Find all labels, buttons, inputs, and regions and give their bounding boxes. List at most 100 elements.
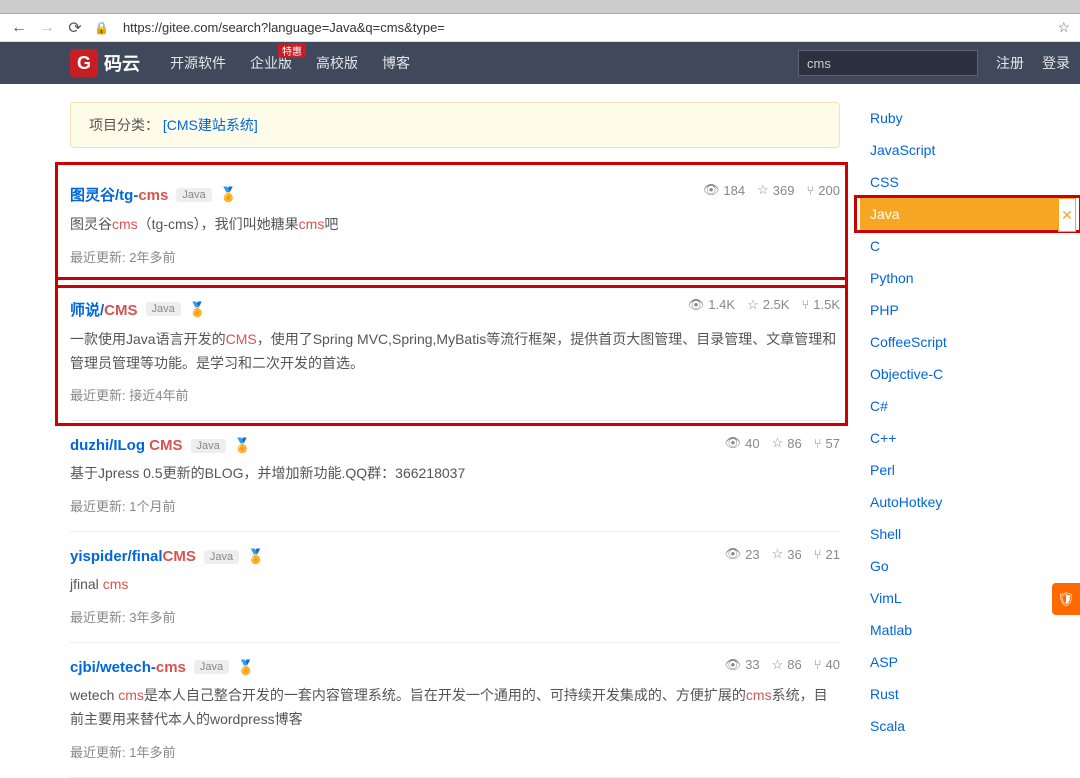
- fork-stat: ⑂ 21: [814, 546, 840, 562]
- language-filter-item[interactable]: Objective-C: [860, 358, 1060, 390]
- result-stats: 👁 23☆ 36⑂ 21: [725, 546, 840, 562]
- results-main: 项目分类： [CMS建站系统] 图灵谷/tg-cmsJava🏅👁 184☆ 36…: [70, 102, 840, 778]
- nav-link-enterprise[interactable]: 企业版 特惠: [250, 53, 292, 73]
- logo-icon: G: [70, 49, 98, 77]
- recommend-badge-icon: 🏅: [220, 186, 237, 203]
- language-filter-item[interactable]: Rust: [860, 678, 1060, 710]
- eye-icon: 👁: [703, 182, 720, 198]
- reload-button[interactable]: ⟳: [66, 19, 84, 37]
- result-link[interactable]: duzhi/ILog CMS: [70, 437, 183, 454]
- address-bar: ← → ⟳ 🔒 ☆: [0, 14, 1080, 42]
- lang-tag: Java: [176, 188, 211, 202]
- language-filter-item[interactable]: JavaScript: [860, 134, 1060, 166]
- star-icon: ☆: [772, 435, 784, 451]
- result-description: 图灵谷cms（tg-cms），我们叫她糖果cms吧: [70, 213, 840, 237]
- back-button[interactable]: ←: [10, 19, 28, 37]
- nav-link-opensource[interactable]: 开源软件: [170, 53, 226, 73]
- search-result: 图灵谷/tg-cmsJava🏅👁 184☆ 369⑂ 200图灵谷cms（tg-…: [70, 168, 840, 283]
- top-nav: G 码云 开源软件 企业版 特惠 高校版 博客 注册 登录: [0, 42, 1080, 84]
- search-result: duzhi/ILog CMSJava🏅👁 40☆ 86⑂ 57基于Jpress …: [70, 421, 840, 532]
- lock-icon: 🔒: [94, 21, 109, 35]
- language-filter-item[interactable]: AutoHotkey: [860, 486, 1060, 518]
- search-box[interactable]: [798, 50, 978, 76]
- result-link[interactable]: yispider/finalCMS: [70, 548, 196, 565]
- star-icon: ☆: [747, 297, 759, 313]
- star-icon: ☆: [772, 546, 784, 562]
- fork-icon: ⑂: [806, 183, 814, 198]
- language-filter-item[interactable]: C: [860, 230, 1060, 262]
- star-stat: ☆ 2.5K: [747, 297, 789, 313]
- language-filter-item[interactable]: Scala: [860, 710, 1060, 742]
- result-link[interactable]: cjbi/wetech-cms: [70, 659, 186, 676]
- eye-icon: 👁: [688, 297, 705, 313]
- recommend-badge-icon: 🏅: [237, 659, 254, 676]
- category-label: 项目分类：: [89, 117, 159, 133]
- star-icon: ☆: [757, 182, 769, 198]
- eye-stat: 👁 40: [725, 435, 760, 451]
- result-link[interactable]: 图灵谷/tg-cms: [70, 184, 168, 205]
- result-description: 一款使用Java语言开发的CMS，使用了Spring MVC,Spring,My…: [70, 328, 840, 376]
- fork-icon: ⑂: [814, 436, 822, 451]
- result-description: 基于Jpress 0.5更新的BLOG，并增加新功能.QQ群：366218037: [70, 462, 840, 486]
- result-stats: 👁 184☆ 369⑂ 200: [703, 182, 840, 198]
- language-filter-item[interactable]: ASP: [860, 646, 1060, 678]
- language-filter-item[interactable]: PHP: [860, 294, 1060, 326]
- search-result: cjbi/wetech-cmsJava🏅👁 33☆ 86⑂ 40wetech c…: [70, 643, 840, 778]
- eye-icon: 👁: [725, 435, 742, 451]
- fork-stat: ⑂ 200: [806, 182, 840, 198]
- language-filter-item[interactable]: C++: [860, 422, 1060, 454]
- lang-tag: Java: [204, 550, 239, 564]
- result-link[interactable]: 师说/CMS: [70, 299, 138, 320]
- fork-icon: ⑂: [801, 297, 809, 312]
- star-icon: ☆: [772, 657, 784, 673]
- language-filter-item[interactable]: Ruby: [860, 102, 1060, 134]
- floating-help-icon[interactable]: 🛡: [1052, 583, 1080, 615]
- lang-tag: Java: [146, 302, 181, 316]
- eye-stat: 👁 33: [725, 657, 760, 673]
- register-link[interactable]: 注册: [996, 53, 1024, 73]
- nav-link-university[interactable]: 高校版: [316, 53, 358, 73]
- eye-icon: 👁: [725, 546, 742, 562]
- fork-stat: ⑂ 1.5K: [801, 297, 840, 313]
- star-stat: ☆ 86: [772, 657, 802, 673]
- bookmark-icon[interactable]: ☆: [1057, 19, 1070, 36]
- language-filter-item[interactable]: Shell: [860, 518, 1060, 550]
- eye-stat: 👁 184: [703, 182, 745, 198]
- lang-tag: Java: [191, 439, 226, 453]
- result-description: wetech cms是本人自己整合开发的一套内容管理系统。旨在开发一个通用的、可…: [70, 684, 840, 732]
- language-filter-item[interactable]: Python: [860, 262, 1060, 294]
- search-input[interactable]: [807, 56, 983, 71]
- language-filter-item[interactable]: Go: [860, 550, 1060, 582]
- fork-stat: ⑂ 57: [814, 435, 840, 451]
- recommend-badge-icon: 🏅: [189, 301, 206, 318]
- login-link[interactable]: 登录: [1042, 53, 1070, 73]
- lang-tag: Java: [194, 660, 229, 674]
- language-sidebar: RubyJavaScriptCSSJavaCPythonPHPCoffeeScr…: [860, 102, 1060, 778]
- language-filter-item[interactable]: VimL: [860, 582, 1060, 614]
- category-filter-box: 项目分类： [CMS建站系统]: [70, 102, 840, 148]
- result-stats: 👁 33☆ 86⑂ 40: [725, 657, 840, 673]
- language-filter-item[interactable]: Java: [860, 198, 1060, 230]
- language-filter-item[interactable]: Matlab: [860, 614, 1060, 646]
- language-filter-item[interactable]: Perl: [860, 454, 1060, 486]
- logo-text: 码云: [104, 50, 140, 76]
- result-updated: 最近更新: 1年多前: [70, 742, 840, 761]
- forward-button[interactable]: →: [38, 19, 56, 37]
- promo-badge: 特惠: [278, 43, 306, 58]
- language-filter-item[interactable]: CSS: [860, 166, 1060, 198]
- recommend-badge-icon: 🏅: [234, 437, 251, 454]
- fork-icon: ⑂: [814, 547, 822, 562]
- category-link[interactable]: [CMS建站系统]: [163, 117, 258, 133]
- nav-link-blog[interactable]: 博客: [382, 53, 410, 73]
- eye-stat: 👁 23: [725, 546, 760, 562]
- eye-icon: 👁: [725, 657, 742, 673]
- language-filter-item[interactable]: C#: [860, 390, 1060, 422]
- highlight-box: [854, 195, 1080, 233]
- language-filter-item[interactable]: CoffeeScript: [860, 326, 1060, 358]
- eye-stat: 👁 1.4K: [688, 297, 735, 313]
- result-updated: 最近更新: 3年多前: [70, 607, 840, 626]
- logo[interactable]: G 码云: [70, 49, 140, 77]
- browser-tab-strip: [0, 0, 1080, 14]
- url-input[interactable]: [119, 18, 1047, 37]
- search-result: 师说/CMS Java 🏅 👁 1.4K ☆ 2.5K ⑂ 1.5K 一款使用Java语言开…: [70, 283, 840, 422]
